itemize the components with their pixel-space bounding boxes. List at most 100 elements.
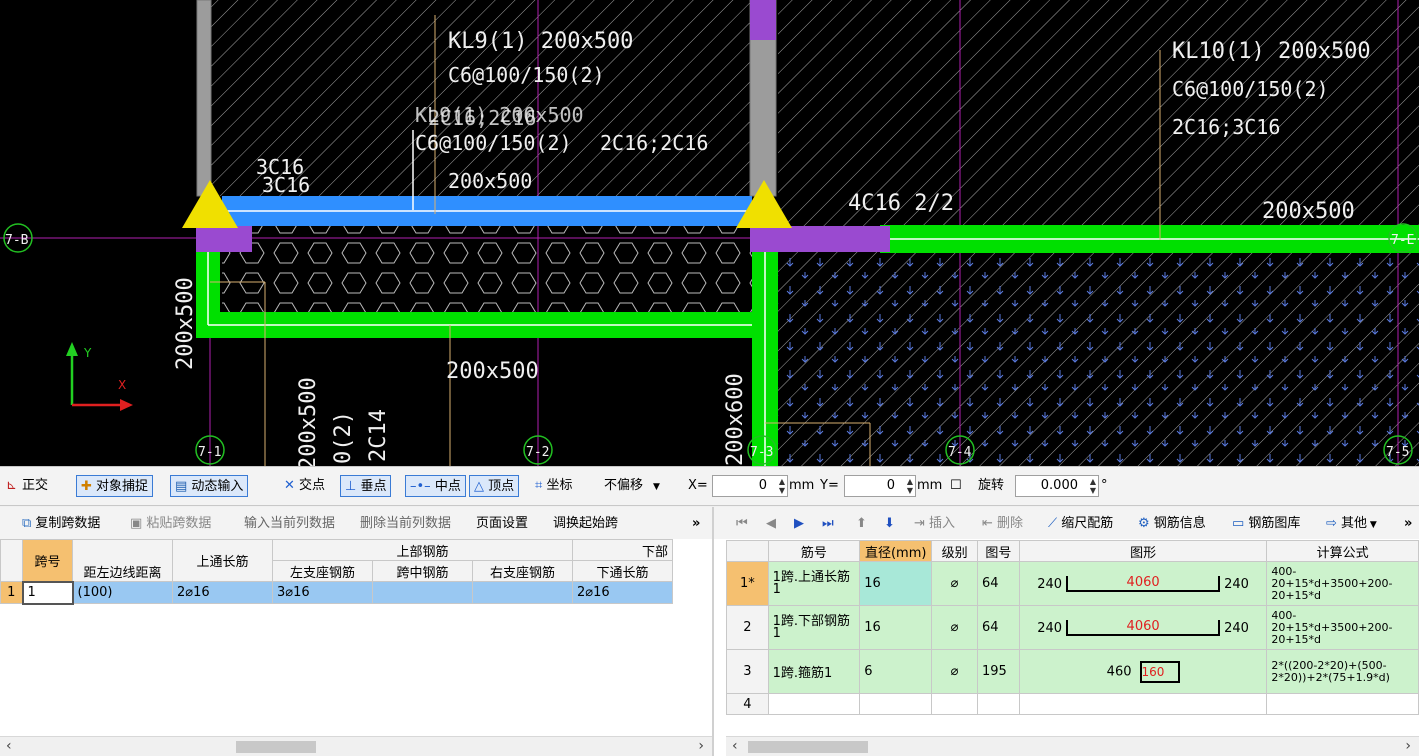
- table-row[interactable]: 1* 1跨.上通长筋1 16 ⌀ 64 240 4060 240 400-20+15…: [726, 561, 1419, 606]
- cell-name[interactable]: 1跨.下部钢筋1: [767, 605, 861, 650]
- delete-button[interactable]: ⇤ 删除: [982, 514, 1023, 534]
- header-span[interactable]: 跨号: [22, 539, 73, 582]
- cell-left-support[interactable]: 3⌀16: [272, 581, 373, 604]
- cell-name[interactable]: [767, 693, 861, 715]
- table-row[interactable]: 4: [726, 693, 1419, 715]
- cell-span[interactable]: 1: [21, 580, 74, 605]
- spinner-icon[interactable]: ▲ ▼: [779, 477, 785, 495]
- cell-bottom-through[interactable]: 2⌀16: [572, 581, 673, 604]
- cad-viewport[interactable]: KL9(1) 200x500 C6@100/150(2) KL9(1) 200x…: [0, 0, 1419, 466]
- cell-shape[interactable]: 240 4060 240: [1018, 605, 1268, 650]
- cell-figure[interactable]: 64: [976, 561, 1020, 606]
- swap-start-button[interactable]: 调换起始跨: [553, 514, 618, 534]
- cell-shape[interactable]: 460 160: [1018, 649, 1268, 694]
- cell-figure[interactable]: 195: [976, 649, 1020, 694]
- cell-shape[interactable]: 240 4060 240: [1018, 561, 1268, 606]
- scroll-right-icon[interactable]: ›: [1405, 738, 1411, 754]
- header-formula[interactable]: 计算公式: [1266, 540, 1419, 562]
- header-dist[interactable]: 距左边线距离: [72, 539, 173, 582]
- delete-column-button[interactable]: 删除当前列数据: [360, 514, 451, 534]
- cell-mid-span[interactable]: [372, 581, 473, 604]
- x-input[interactable]: 0 ▲ ▼: [712, 475, 788, 497]
- cell-diameter[interactable]: 16: [859, 605, 933, 650]
- span-table: 跨号 距左边线距离 上通长筋 上部钢筋 下部 左支座钢筋 跨中钢筋 右支座钢筋 …: [0, 539, 673, 605]
- insert-button[interactable]: ⇥ 插入: [914, 514, 955, 534]
- ortho-toggle[interactable]: 正交: [22, 475, 48, 497]
- mid-snap[interactable]: –•– 中点: [405, 475, 466, 497]
- scale-rebar-button[interactable]: ⟋ 缩尺配筋: [1048, 514, 1113, 534]
- cell-grade[interactable]: ⌀: [931, 605, 978, 650]
- cell-diameter[interactable]: [859, 693, 933, 715]
- dynamic-input-toggle[interactable]: ▤ 动态输入: [170, 475, 249, 497]
- next-record-icon[interactable]: ▶: [794, 514, 804, 534]
- move-up-icon[interactable]: ⬆: [856, 514, 867, 534]
- right-hscrollbar[interactable]: ‹ ›: [726, 736, 1419, 756]
- cad-drawing[interactable]: KL9(1) 200x500 C6@100/150(2) KL9(1) 200x…: [0, 0, 1419, 466]
- offset-dropdown[interactable]: 不偏移 ▼: [604, 475, 660, 497]
- more-icon[interactable]: »: [692, 514, 700, 534]
- coord-snap[interactable]: ⌗ 坐标: [535, 475, 572, 497]
- header-figure[interactable]: 图号: [976, 540, 1020, 562]
- page-setup-button[interactable]: 页面设置: [476, 514, 528, 534]
- scroll-thumb[interactable]: [236, 741, 316, 753]
- scroll-left-icon[interactable]: ‹: [6, 738, 12, 754]
- header-bottom-through[interactable]: 下通长筋: [572, 560, 673, 582]
- spinner-icon[interactable]: ▲ ▼: [1090, 477, 1096, 495]
- support-block-right: [750, 226, 890, 252]
- cell-shape[interactable]: [1018, 693, 1268, 715]
- header-grade[interactable]: 级别: [931, 540, 978, 562]
- left-hscrollbar[interactable]: ‹ ›: [0, 736, 712, 756]
- rebar-shape-figure: 4060: [1066, 575, 1221, 592]
- cell-name[interactable]: 1跨.上通长筋1: [767, 561, 861, 606]
- more-icon[interactable]: »: [1404, 514, 1412, 534]
- scroll-thumb[interactable]: [748, 741, 868, 753]
- intersect-snap[interactable]: ✕ 交点: [284, 475, 325, 497]
- header-top-group: 上部钢筋: [272, 539, 573, 561]
- copy-span-button[interactable]: ⧉ 复制跨数据: [22, 514, 100, 534]
- table-row[interactable]: 2 1跨.下部钢筋1 16 ⌀ 64 240 4060 240 400-20+15*…: [726, 605, 1419, 650]
- header-right-support[interactable]: 右支座钢筋: [472, 560, 573, 582]
- header-left-support[interactable]: 左支座钢筋: [272, 560, 373, 582]
- cell-grade[interactable]: ⌀: [931, 561, 978, 606]
- cell-figure[interactable]: 64: [976, 605, 1020, 650]
- cell-diameter[interactable]: 16: [859, 561, 933, 606]
- scroll-right-icon[interactable]: ›: [698, 738, 704, 754]
- vertex-snap[interactable]: △ 顶点: [469, 475, 520, 497]
- cell-dist[interactable]: (100): [72, 581, 173, 604]
- rebar-library-button[interactable]: ▭ 钢筋图库: [1232, 514, 1300, 534]
- header-shape[interactable]: 图形: [1018, 540, 1268, 562]
- rebar-info-button[interactable]: ⚙ 钢筋信息: [1138, 514, 1206, 534]
- cell-grade[interactable]: [931, 693, 978, 715]
- header-mid-span[interactable]: 跨中钢筋: [372, 560, 473, 582]
- cell-top-through[interactable]: 2⌀16: [172, 581, 273, 604]
- info-icon: ⚙: [1138, 516, 1154, 531]
- cell-grade[interactable]: ⌀: [931, 649, 978, 694]
- perp-snap[interactable]: ⊥ 垂点: [340, 475, 392, 497]
- cell-name[interactable]: 1跨.箍筋1: [767, 649, 861, 694]
- y-input[interactable]: 0 ▲ ▼: [844, 475, 916, 497]
- cell-formula[interactable]: 2*((200-2*20)+(500-2*20))+2*(75+1.9*d): [1266, 649, 1419, 694]
- scroll-left-icon[interactable]: ‹: [732, 738, 738, 754]
- table-row[interactable]: 3 1跨.箍筋1 6 ⌀ 195 460 160 2*((200-2*20)+(5…: [726, 649, 1419, 694]
- cell-formula[interactable]: 400-20+15*d+3500+200-20+15*d: [1266, 561, 1419, 606]
- header-top-through[interactable]: 上通长筋: [172, 539, 273, 582]
- first-record-icon[interactable]: ⏮: [736, 514, 748, 534]
- object-snap-toggle[interactable]: ✚ 对象捕捉: [76, 475, 154, 497]
- last-record-icon[interactable]: ⏭: [822, 514, 834, 534]
- cell-formula[interactable]: 400-20+15*d+3500+200-20+15*d: [1266, 605, 1419, 650]
- table-row[interactable]: 1 1 (100) 2⌀16 3⌀16 2⌀16: [0, 580, 673, 605]
- header-name[interactable]: 筋号: [767, 540, 861, 562]
- rotate-checkbox[interactable]: ☐: [950, 475, 962, 497]
- paste-span-button[interactable]: ▣ 粘贴跨数据: [130, 514, 211, 534]
- prev-record-icon[interactable]: ◀: [766, 514, 776, 534]
- move-down-icon[interactable]: ⬇: [884, 514, 895, 534]
- cell-diameter[interactable]: 6: [859, 649, 933, 694]
- spinner-icon[interactable]: ▲ ▼: [907, 477, 913, 495]
- cell-right-support[interactable]: [472, 581, 573, 604]
- cell-figure[interactable]: [976, 693, 1020, 715]
- cell-formula[interactable]: [1266, 693, 1419, 715]
- input-column-button[interactable]: 输入当前列数据: [244, 514, 335, 534]
- rotate-input[interactable]: 0.000 ▲ ▼: [1015, 475, 1099, 497]
- other-dropdown[interactable]: ⇨ 其他 ▼: [1326, 514, 1377, 534]
- header-diameter[interactable]: 直径(mm): [859, 540, 933, 562]
